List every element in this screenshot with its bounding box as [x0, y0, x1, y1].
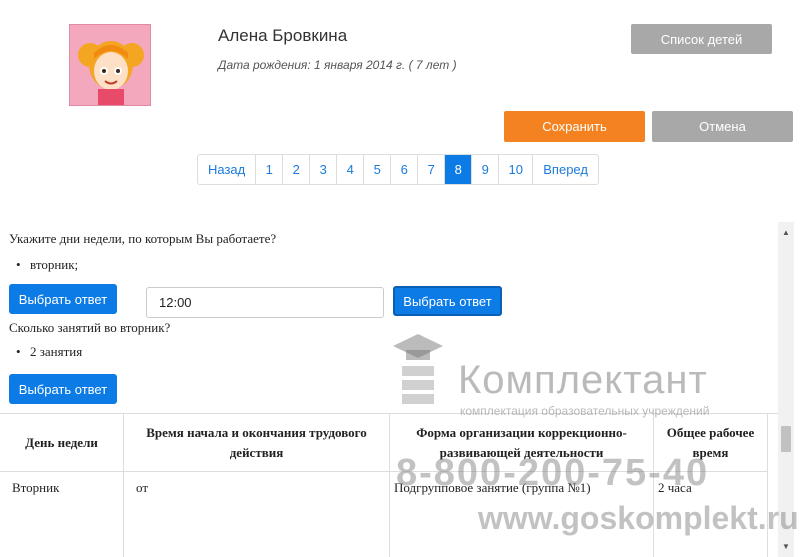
child-avatar	[69, 24, 151, 106]
table-header-form: Форма организации коррекционно-развивающ…	[390, 414, 654, 472]
table-header-time: Время начала и окончания трудового дейст…	[124, 414, 390, 472]
birth-date: Дата рождения: 1 января 2014 г. ( 7 лет …	[218, 58, 457, 72]
table-header-total: Общее рабочее время	[654, 414, 768, 472]
table-cell-from-label: от	[124, 472, 390, 557]
question-panel[interactable]: Укажите дни недели, по которым Вы работа…	[0, 222, 800, 557]
pagination-page-3[interactable]: 3	[310, 155, 338, 184]
scroll-thumb[interactable]	[781, 426, 791, 452]
answer-workdays: вторник;	[16, 257, 78, 273]
pagination-page-7[interactable]: 7	[418, 155, 446, 184]
pagination-page-9[interactable]: 9	[472, 155, 500, 184]
answer-lessons-count: 2 занятия	[16, 344, 82, 360]
pagination: Назад 1 2 3 4 5 6 7 8 9 10 Вперед	[197, 154, 599, 185]
choose-answer-button-2[interactable]: Выбрать ответ	[9, 374, 117, 404]
scroll-down-icon[interactable]: ▼	[782, 542, 790, 551]
scroll-up-icon[interactable]: ▲	[782, 228, 790, 237]
choose-answer-button[interactable]: Выбрать ответ	[9, 284, 117, 314]
pagination-page-4[interactable]: 4	[337, 155, 365, 184]
schedule-table: День недели Время начала и окончания тру…	[0, 413, 778, 557]
cancel-button[interactable]: Отмена	[652, 111, 793, 142]
panel-scrollbar[interactable]: ▲ ▼	[778, 222, 794, 557]
time-from-input[interactable]: 12:00	[146, 287, 384, 318]
pagination-page-2[interactable]: 2	[283, 155, 311, 184]
pagination-page-10[interactable]: 10	[499, 155, 534, 184]
table-cell-form: Подгрупповое занятие (группа №1)	[390, 472, 654, 557]
girl-avatar-icon	[70, 25, 150, 105]
question-lessons-count: Сколько занятий во вторник?	[9, 320, 171, 335]
question-workdays: Укажите дни недели, по которым Вы работа…	[9, 231, 277, 246]
table-cell-total: 2 часа	[654, 472, 768, 557]
table-cell-day: Вторник	[0, 472, 124, 557]
pagination-page-5[interactable]: 5	[364, 155, 392, 184]
pagination-prev[interactable]: Назад	[198, 155, 257, 184]
pagination-page-8-active[interactable]: 8	[445, 155, 473, 184]
pagination-next[interactable]: Вперед	[533, 155, 598, 184]
save-button[interactable]: Сохранить	[504, 111, 645, 142]
pagination-page-1[interactable]: 1	[256, 155, 284, 184]
children-list-button[interactable]: Список детей	[631, 24, 772, 54]
pagination-page-6[interactable]: 6	[391, 155, 419, 184]
child-name: Алена Бровкина	[218, 26, 348, 45]
table-header-day: День недели	[0, 414, 124, 472]
choose-answer-row-button[interactable]: Выбрать ответ	[393, 286, 502, 316]
